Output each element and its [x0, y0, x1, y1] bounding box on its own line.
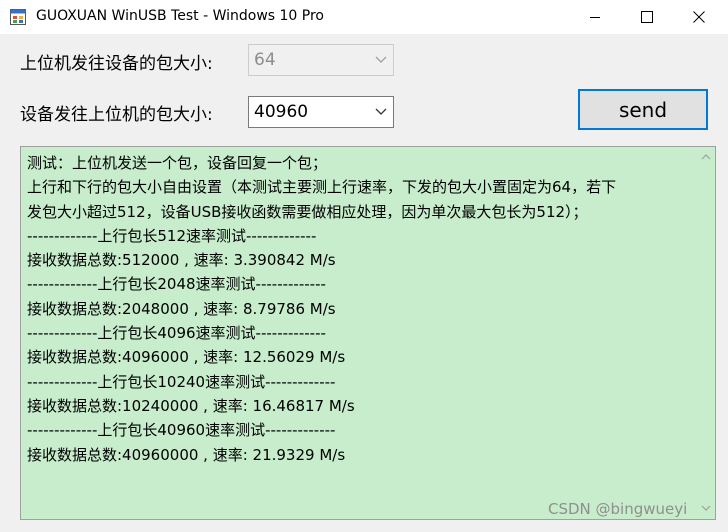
log-line: 接收数据总数:2048000 , 速率: 8.79786 M/s [27, 299, 336, 318]
log-line: -------------上行包长2048速率测试------------- [27, 275, 326, 294]
log-line: -------------上行包长4096速率测试------------- [27, 324, 326, 343]
scroll-down-arrow-icon[interactable] [701, 505, 711, 512]
device-to-host-size-value: 40960 [254, 102, 309, 122]
window-title: GUOXUAN WinUSB Test - Windows 10 Pro [36, 8, 324, 24]
log-textbox[interactable]: 测试：上位机发送一个包，设备回复一个包； 上行和下行的包大小自由设置（本测试主要… [20, 146, 716, 520]
maximize-button[interactable] [624, 0, 670, 34]
log-line: 接收数据总数:512000 , 速率: 3.390842 M/s [27, 251, 336, 270]
watermark: CSDN @bingwueyi [548, 500, 688, 518]
close-button[interactable] [676, 0, 722, 34]
log-scrollbar[interactable] [698, 147, 715, 519]
host-to-device-size-label: 上位机发往设备的包大小: [20, 54, 213, 74]
title-bar: GUOXUAN WinUSB Test - Windows 10 Pro [0, 0, 728, 34]
log-line: 接收数据总数:10240000 , 速率: 16.46817 M/s [27, 396, 355, 415]
minimize-button[interactable] [572, 0, 618, 34]
log-line: 发包大小超过512，设备USB接收函数需要做相应处理，因为单次最大包长为512）… [27, 202, 588, 221]
host-to-device-size-select[interactable]: 64 [248, 44, 394, 76]
log-lines: 测试：上位机发送一个包，设备回复一个包； 上行和下行的包大小自由设置（本测试主要… [27, 151, 687, 467]
chevron-down-icon [375, 108, 387, 115]
log-line: 接收数据总数:40960000 , 速率: 21.9329 M/s [27, 445, 346, 464]
app-window-icon [10, 9, 26, 25]
log-line: -------------上行包长10240速率测试------------- [27, 372, 336, 391]
log-line: -------------上行包长40960速率测试------------- [27, 421, 336, 440]
host-to-device-size-value: 64 [254, 50, 276, 70]
scroll-up-arrow-icon[interactable] [701, 153, 711, 160]
send-button[interactable]: send [578, 89, 708, 130]
chevron-down-icon [375, 56, 387, 63]
log-line: 上行和下行的包大小自由设置（本测试主要测上行速率，下发的包大小置固定为64，若下 [27, 178, 617, 197]
device-to-host-size-select[interactable]: 40960 [248, 96, 394, 128]
close-icon [693, 11, 705, 23]
log-line: 测试：上位机发送一个包，设备回复一个包； [27, 154, 328, 172]
maximize-icon [641, 11, 653, 23]
log-line: 接收数据总数:4096000 , 速率: 12.56029 M/s [27, 348, 346, 367]
log-line: -------------上行包长512速率测试------------- [27, 226, 317, 245]
minimize-icon [590, 17, 600, 18]
device-to-host-size-label: 设备发往上位机的包大小: [20, 105, 213, 125]
